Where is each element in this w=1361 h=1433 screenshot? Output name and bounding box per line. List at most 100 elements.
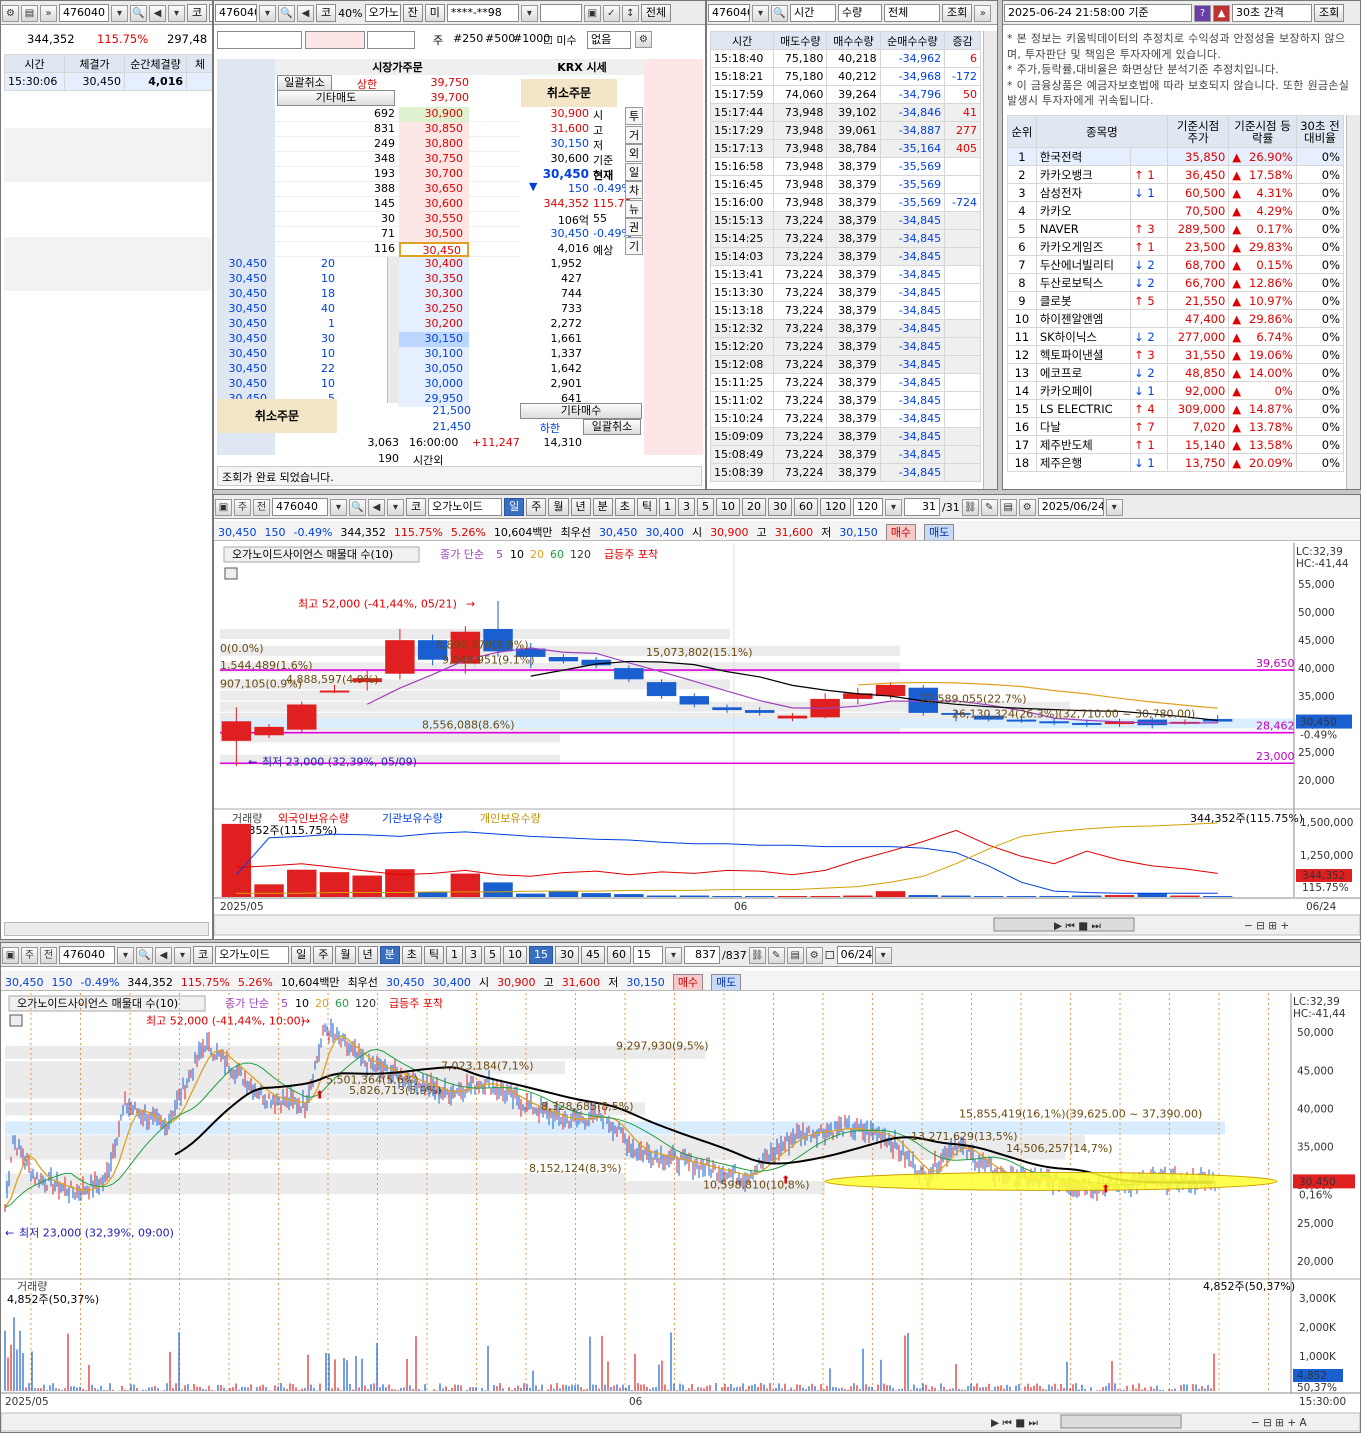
tick-row[interactable]: 15:17:29 73,948 39,061 -34,887 277 xyxy=(709,121,981,140)
count-input[interactable]: 31 xyxy=(904,498,940,516)
expand-icon[interactable]: » xyxy=(40,4,57,22)
cancel-order-box[interactable]: 취소주문 xyxy=(521,79,617,107)
buy-button[interactable]: 매수 xyxy=(672,974,704,990)
other-sell-button[interactable]: 기타매도 xyxy=(277,90,395,106)
search-icon[interactable]: 🔍 xyxy=(278,4,295,22)
search-icon[interactable]: 🔍 xyxy=(136,946,153,964)
ranking-row[interactable]: 3 삼성전자 ↓ 1 60,500 ▲ 4.31% 0% xyxy=(1007,183,1345,202)
ask-price-cell[interactable]: 30,900 xyxy=(399,107,469,122)
ranking-row[interactable]: 13 에코프로 ↓ 2 48,850 ▲ 14.00% 0% xyxy=(1007,363,1345,382)
qty-input[interactable] xyxy=(305,31,365,49)
ranking-row[interactable]: 5 NAVER ↑ 3 289,500 ▲ 0.17% 0% xyxy=(1007,219,1345,238)
period-button[interactable]: 초 xyxy=(614,498,635,516)
ranking-row[interactable]: 16 다날 ↑ 7 7,020 ▲ 13.78% 0% xyxy=(1007,417,1345,436)
unit-500[interactable]: #500 xyxy=(485,32,515,45)
interval-button[interactable]: 60 xyxy=(794,498,818,516)
interval-button[interactable]: 3 xyxy=(465,946,482,964)
account-input[interactable]: ****-**98 xyxy=(446,4,519,22)
tick-row[interactable]: 15:18:21 75,180 40,212 -34,968 -172 xyxy=(709,67,981,86)
side-tab[interactable]: 외 xyxy=(625,144,643,162)
search-icon[interactable]: 🔍 xyxy=(130,4,147,22)
stock-button[interactable]: 주 xyxy=(21,946,38,964)
ranking-row[interactable]: 6 카카오게임즈 ↑ 1 23,500 ▲ 29.83% 0% xyxy=(1007,237,1345,256)
tick-row[interactable]: 15:17:59 74,060 39,264 -34,796 50 xyxy=(709,85,981,104)
tick-row[interactable]: 15:12:20 73,224 38,379 -34,845 xyxy=(709,337,981,356)
interval-button[interactable]: 1 xyxy=(659,498,676,516)
code-input[interactable]: 476040 xyxy=(59,946,115,964)
ranking-row[interactable]: 17 제주반도체 ↑ 1 15,140 ▲ 13.58% 0% xyxy=(1007,435,1345,454)
side-tab[interactable]: 투 xyxy=(625,107,643,125)
bid-price-cell[interactable]: 30,300 xyxy=(399,287,469,302)
bid-price-cell[interactable]: 30,150 xyxy=(399,332,469,347)
other-buy-button[interactable]: 기타매수 xyxy=(520,403,642,419)
calculator-icon[interactable] xyxy=(224,567,238,580)
save-icon[interactable]: ▤ xyxy=(786,946,804,964)
ranking-row[interactable]: 14 카카오페이 ↓ 1 92,000 ▲ 0% 0% xyxy=(1007,381,1345,400)
window-icon[interactable]: ▣ xyxy=(2,946,19,964)
bid-price-cell[interactable]: 30,050 xyxy=(399,362,469,377)
ranking-row[interactable]: 9 클로봇 ↑ 5 21,550 ▲ 10.97% 0% xyxy=(1007,291,1345,310)
dropdown-icon[interactable]: ▾ xyxy=(885,498,902,516)
dropdown-icon[interactable]: ▾ xyxy=(387,498,404,516)
code-input[interactable]: 476040 xyxy=(708,4,750,22)
period-button[interactable]: 주 xyxy=(313,946,334,964)
speaker-icon[interactable]: ◀ xyxy=(368,498,385,516)
ranking-row[interactable]: 8 두산로보틱스 ↓ 2 66,700 ▲ 12.86% 0% xyxy=(1007,273,1345,292)
ask-price-cell[interactable]: 30,850 xyxy=(399,122,469,137)
date-input[interactable]: 2025/06/24 xyxy=(1037,498,1104,516)
interval-button[interactable]: 30 xyxy=(555,946,579,964)
unfilled-checkbox[interactable]: ☐ 미수 xyxy=(543,32,577,48)
tick-row[interactable]: 15:12:32 73,224 38,379 -34,845 xyxy=(709,319,981,338)
bid-row[interactable]: 30,450 30 30,150 1,661 xyxy=(217,332,644,347)
dropdown-icon[interactable]: ▾ xyxy=(1105,498,1123,516)
bid-row[interactable]: 30,450 10 30,350 427 xyxy=(217,272,644,287)
link-icon[interactable]: ⛓ xyxy=(748,946,766,964)
bid-row[interactable]: 30,450 10 30,000 2,901 xyxy=(217,377,644,392)
date-input[interactable]: 06/24 xyxy=(836,946,873,964)
info-icon[interactable]: ▲ xyxy=(1213,4,1230,22)
tick-row[interactable]: 15:16:45 73,948 38,379 -35,569 xyxy=(709,175,981,194)
interval-button[interactable]: 60 xyxy=(607,946,631,964)
view-all-button[interactable]: 전체 xyxy=(640,4,672,22)
gear-icon[interactable]: ⚙ xyxy=(805,946,823,964)
ranking-row[interactable]: 2 카카오뱅크 ↑ 1 36,450 ▲ 17.58% 0% xyxy=(1007,165,1345,184)
ranking-row[interactable]: 11 SK하이닉스 ↓ 2 277,000 ▲ 6.74% 0% xyxy=(1007,327,1345,346)
save-icon[interactable]: ▤ xyxy=(999,498,1017,516)
speaker-icon[interactable]: ◀ xyxy=(155,946,172,964)
dropdown-icon[interactable]: ▾ xyxy=(330,498,347,516)
dropdown-icon[interactable]: ▾ xyxy=(520,4,538,22)
dropdown-icon[interactable]: ▾ xyxy=(174,946,191,964)
interval-select[interactable]: 15 xyxy=(633,946,663,964)
tick-row[interactable]: 15:12:08 73,224 38,379 -34,845 xyxy=(709,355,981,374)
tick-row[interactable]: 15:16:00 73,948 38,379 -35,569 -724 xyxy=(709,193,981,212)
interval-button[interactable]: 5 xyxy=(697,498,714,516)
tick-row[interactable]: 15:15:13 73,224 38,379 -34,845 xyxy=(709,211,981,230)
side-tab[interactable]: 뉴 xyxy=(625,199,643,218)
tick-row[interactable]: 15:13:18 73,224 38,379 -34,845 xyxy=(709,301,981,320)
tick-row[interactable]: 15:17:44 73,948 39,102 -34,846 41 xyxy=(709,103,981,122)
bid-price-cell[interactable]: 30,250 xyxy=(399,302,469,317)
tick-row[interactable]: 15:09:09 73,224 38,379 -34,845 xyxy=(709,427,981,446)
ranking-vscroll[interactable] xyxy=(1346,115,1360,489)
side-tab[interactable]: 일 xyxy=(625,162,643,181)
ask-price-cell[interactable]: 30,450 xyxy=(399,242,469,257)
interval-button[interactable]: 10 xyxy=(503,946,527,964)
all-button[interactable]: 전 xyxy=(253,498,270,516)
trade-row[interactable]: 15:30:06 30,450 4,016 xyxy=(4,72,212,91)
password-input[interactable] xyxy=(539,4,582,22)
period-button[interactable]: 주 xyxy=(526,498,547,516)
ranking-row[interactable]: 12 헥토파이낸셜 ↑ 3 31,550 ▲ 19.06% 0% xyxy=(1007,345,1345,364)
dropdown-icon[interactable]: ▾ xyxy=(752,4,769,22)
dropdown-icon[interactable]: ▾ xyxy=(259,4,276,22)
chart-scrollbar[interactable] xyxy=(214,914,1360,936)
gear-icon[interactable]: ⚙ xyxy=(2,4,19,22)
unit-250[interactable]: #250 xyxy=(453,32,483,45)
scroll-thumb[interactable] xyxy=(1060,1414,1182,1429)
ask-row[interactable]: 71 30,500 xyxy=(275,227,520,242)
stock-button[interactable]: 주 xyxy=(234,498,251,516)
dropdown-icon[interactable]: ▾ xyxy=(874,946,892,964)
query-button[interactable]: 조회 xyxy=(1314,4,1345,22)
sell-button[interactable]: 매도 xyxy=(711,974,742,990)
dropdown-icon[interactable]: ▾ xyxy=(168,4,185,22)
ask-price-cell[interactable]: 30,650 xyxy=(399,182,469,197)
